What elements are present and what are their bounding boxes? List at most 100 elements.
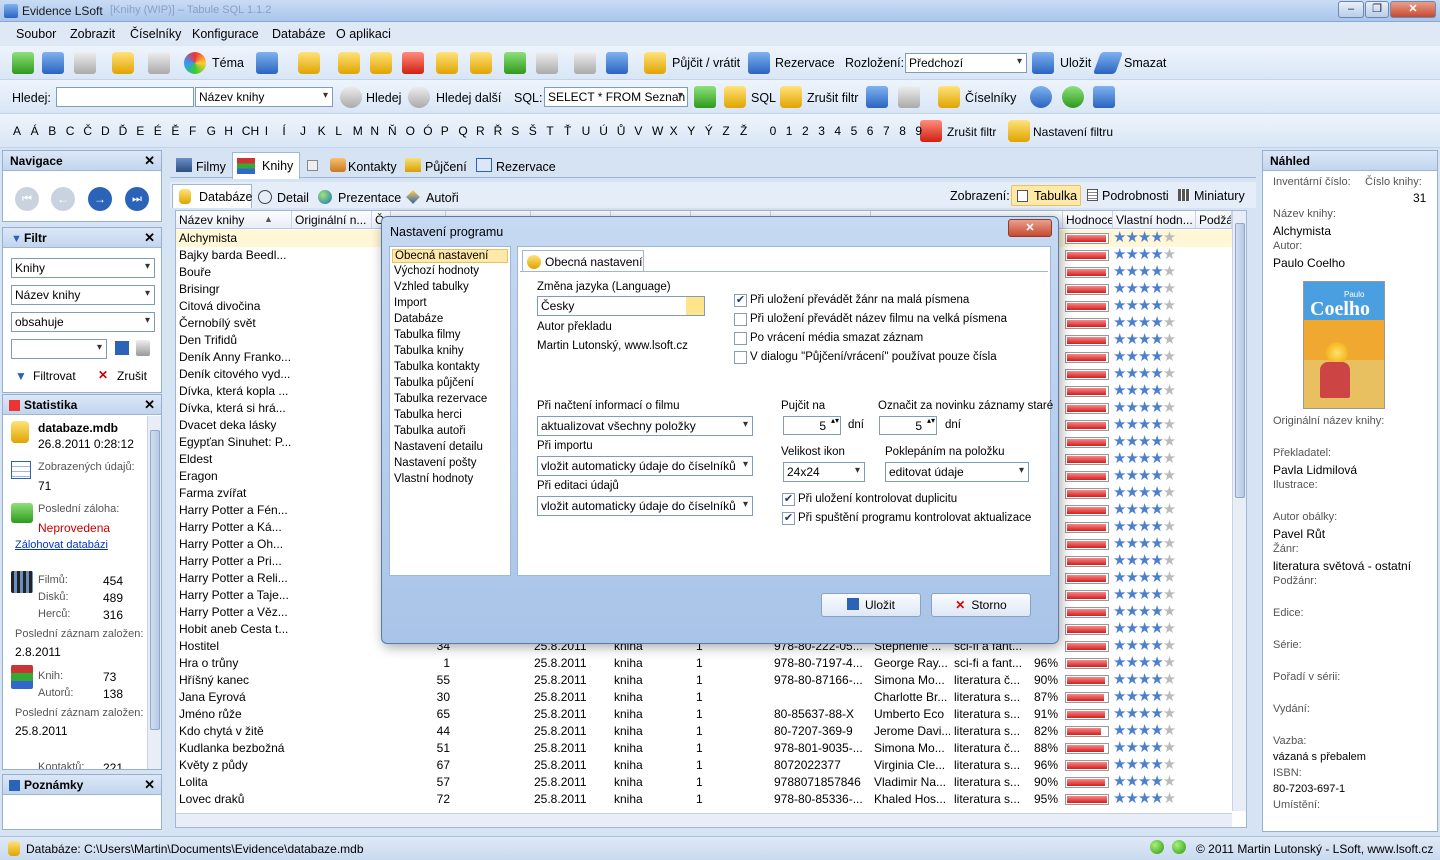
add-icon[interactable] bbox=[12, 52, 34, 74]
next-record-icon[interactable]: → bbox=[88, 187, 112, 211]
export-icon[interactable] bbox=[1093, 86, 1115, 108]
alpha-letter[interactable]: 9 bbox=[915, 124, 922, 138]
filter-table-select[interactable]: Knihy bbox=[11, 258, 155, 278]
lend-days-spinner[interactable]: 5 bbox=[783, 416, 841, 435]
alpha-letter[interactable]: 1 bbox=[786, 124, 793, 138]
column-header[interactable]: Podžár bbox=[1196, 211, 1232, 229]
alpha-letter[interactable]: Ř bbox=[494, 124, 503, 138]
rating-stars[interactable]: ★★★★★ bbox=[1113, 315, 1176, 331]
alpha-letter[interactable]: E bbox=[136, 124, 144, 138]
theme-button[interactable]: Téma bbox=[212, 56, 244, 70]
rating-stars[interactable]: ★★★★★ bbox=[1113, 366, 1176, 382]
sql-select[interactable]: SELECT * FROM Seznan bbox=[544, 87, 688, 107]
rating-stars[interactable]: ★★★★★ bbox=[1113, 383, 1176, 399]
clear-filter-button[interactable]: Zrušit filtr bbox=[807, 91, 858, 105]
tab-filmy[interactable]: Filmy bbox=[196, 160, 226, 174]
table-row[interactable]: Jana Eyrová 30 25.8.2011 kniha 1 Charlotte Br… bbox=[176, 689, 1232, 706]
backup-link[interactable]: Zálohovat databázi bbox=[15, 539, 108, 551]
alpha-letter[interactable]: Z bbox=[722, 124, 729, 138]
rating-stars[interactable]: ★★★★★ bbox=[1113, 264, 1176, 280]
view-tabulka[interactable]: Tabulka bbox=[1034, 189, 1077, 203]
prev-record-icon[interactable]: ← bbox=[51, 187, 75, 211]
rating-stars[interactable]: ★★★★★ bbox=[1113, 587, 1176, 603]
menu-o-aplikaci[interactable]: O aplikaci bbox=[336, 27, 391, 41]
codebook-icon[interactable] bbox=[938, 86, 960, 108]
filter-cancel-button[interactable]: Zrušit bbox=[117, 369, 147, 383]
menu-soubor[interactable]: Soubor bbox=[16, 27, 56, 41]
list-icon[interactable] bbox=[606, 52, 628, 74]
alpha-letter[interactable]: Á bbox=[31, 124, 39, 138]
alpha-letter[interactable]: Y bbox=[687, 124, 695, 138]
refresh-icon[interactable] bbox=[1062, 86, 1084, 108]
alpha-letter[interactable]: Č bbox=[83, 124, 92, 138]
rating-stars[interactable]: ★★★★★ bbox=[1113, 519, 1176, 535]
rating-stars[interactable]: ★★★★★ bbox=[1113, 621, 1176, 637]
search-button[interactable]: Hledej bbox=[366, 91, 401, 105]
alpha-letter[interactable]: H bbox=[224, 124, 233, 138]
filter-operator-select[interactable]: obsahuje bbox=[11, 312, 155, 332]
table-row[interactable]: Kudlanka bezbožná 51 25.8.2011 kniha 1 978-80… bbox=[176, 740, 1232, 757]
tab-rezervace[interactable]: Rezervace bbox=[496, 160, 556, 174]
table-row[interactable]: Kdo chytá v žitě 44 25.8.2011 kniha 1 80-7207… bbox=[176, 723, 1232, 740]
search-icon[interactable] bbox=[340, 86, 362, 108]
alpha-letter[interactable]: L bbox=[335, 124, 342, 138]
eraser-icon[interactable] bbox=[1092, 52, 1124, 74]
filter-value-select[interactable] bbox=[11, 339, 107, 359]
clear-filter-icon[interactable] bbox=[780, 86, 802, 108]
rating-stars[interactable]: ★★★★★ bbox=[1113, 281, 1176, 297]
alpha-letter[interactable]: Q bbox=[458, 124, 467, 138]
rating-stars[interactable]: ★★★★★ bbox=[1113, 757, 1176, 773]
load-info-select[interactable]: aktualizovat všechny položky bbox=[537, 416, 753, 436]
rating-stars[interactable]: ★★★★★ bbox=[1113, 485, 1176, 501]
tab-checkbox[interactable] bbox=[307, 160, 318, 171]
column-header[interactable]: Název knihy bbox=[176, 211, 292, 229]
table-row[interactable]: Lolita 57 25.8.2011 kniha 1 9788071857846 Vlad… bbox=[176, 774, 1232, 791]
settings-category-item[interactable]: Vzhled tabulky bbox=[394, 281, 469, 293]
settings-category-item[interactable]: Výchozí hodnoty bbox=[394, 265, 479, 277]
alpha-letter[interactable]: Ň bbox=[388, 124, 397, 138]
rating-stars[interactable]: ★★★★★ bbox=[1113, 434, 1176, 450]
menu-zobrazit[interactable]: Zobrazit bbox=[70, 27, 115, 41]
checkbox-delete-on-return[interactable] bbox=[734, 332, 747, 345]
settings-category-item[interactable]: Tabulka autoři bbox=[394, 425, 466, 437]
rating-stars[interactable]: ★★★★★ bbox=[1113, 723, 1176, 739]
rating-stars[interactable]: ★★★★★ bbox=[1113, 417, 1176, 433]
database-icon[interactable] bbox=[112, 52, 134, 74]
info-icon[interactable] bbox=[1030, 86, 1052, 108]
dialog-save-button[interactable]: Uložit bbox=[821, 593, 921, 617]
settings-category-item[interactable]: Nastavení detailu bbox=[394, 441, 483, 453]
search-next-icon[interactable] bbox=[408, 86, 430, 108]
rating-stars[interactable]: ★★★★★ bbox=[1113, 655, 1176, 671]
alpha-letter[interactable]: 4 bbox=[834, 124, 841, 138]
layout-select[interactable]: Předchozí bbox=[905, 53, 1027, 73]
trash2-icon[interactable] bbox=[898, 86, 920, 108]
pen-icon[interactable] bbox=[694, 86, 716, 108]
alpha-letter[interactable]: Ú bbox=[599, 124, 608, 138]
settings-category-item[interactable]: Tabulka filmy bbox=[394, 329, 460, 341]
settings-category-item[interactable]: Databáze bbox=[394, 313, 443, 325]
rating-stars[interactable]: ★★★★★ bbox=[1113, 553, 1176, 569]
filter-field-select[interactable]: Název knihy bbox=[11, 285, 155, 305]
save-layout-button[interactable]: Uložit bbox=[1060, 56, 1091, 70]
close-icon[interactable]: ✕ bbox=[144, 777, 155, 793]
rating-stars[interactable]: ★★★★★ bbox=[1113, 672, 1176, 688]
alpha-letter[interactable]: T bbox=[546, 124, 553, 138]
settings-category-item[interactable]: Tabulka rezervace bbox=[394, 393, 487, 405]
settings-category-item[interactable]: Nastavení pošty bbox=[394, 457, 476, 469]
alpha-letter[interactable]: Ž bbox=[740, 124, 747, 138]
rating-stars[interactable]: ★★★★★ bbox=[1113, 706, 1176, 722]
alpha-letter[interactable]: S bbox=[511, 124, 519, 138]
dialog-cancel-button[interactable]: ✕ Storno bbox=[931, 593, 1031, 617]
table-row[interactable]: Hříšný kanec 55 25.8.2011 kniha 1 978-80-8716… bbox=[176, 672, 1232, 689]
reservation-icon[interactable] bbox=[748, 52, 770, 74]
table-row[interactable]: Jméno růže 65 25.8.2011 kniha 1 80-85637-88-X… bbox=[176, 706, 1232, 723]
alpha-letter[interactable]: Ů bbox=[617, 124, 626, 138]
rating-stars[interactable]: ★★★★★ bbox=[1113, 536, 1176, 552]
search-db-icon[interactable] bbox=[370, 52, 392, 74]
alpha-letter[interactable]: V bbox=[634, 124, 642, 138]
alpha-letter[interactable]: K bbox=[318, 124, 326, 138]
sql-icon[interactable] bbox=[724, 86, 746, 108]
rating-stars[interactable]: ★★★★★ bbox=[1113, 230, 1176, 246]
alpha-letter[interactable]: 2 bbox=[802, 124, 809, 138]
tab-knihy-active[interactable]: Knihy bbox=[232, 152, 300, 179]
